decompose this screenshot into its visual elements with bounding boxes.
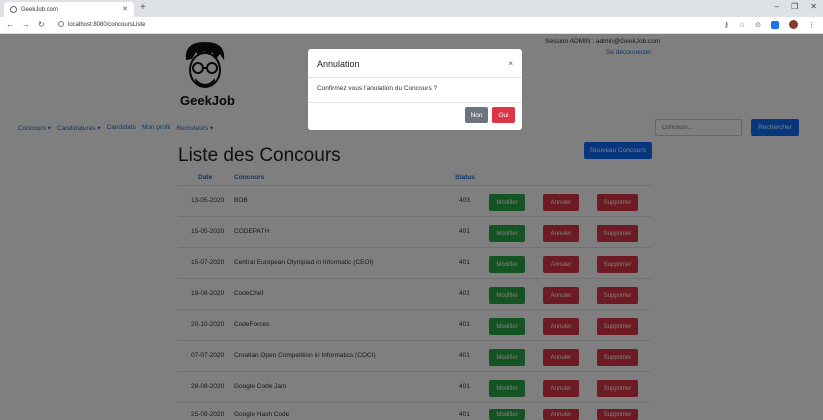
browser-tab-strip: GeekJob.com ✕ + – ❐ ✕ <box>0 0 823 17</box>
window-controls: – ❐ ✕ <box>775 2 817 11</box>
window-close-icon[interactable]: ✕ <box>810 2 817 11</box>
nav-buttons: ← → ↻ <box>6 20 45 29</box>
modal-divider <box>308 102 522 103</box>
star-icon[interactable]: ☆ <box>739 21 745 29</box>
minimize-icon[interactable]: – <box>775 2 779 11</box>
annulation-modal: Annulation × Confirmez vous l'anulation … <box>308 49 522 130</box>
browser-tab[interactable]: GeekJob.com ✕ <box>4 2 134 17</box>
address-bar: ← → ↻ localhost:8080/concoursListe ⚷ ☆ ⊙… <box>0 17 823 34</box>
key-icon[interactable]: ⚷ <box>724 21 729 29</box>
tab-title: GeekJob.com <box>21 6 59 13</box>
extension-blue-icon[interactable] <box>771 20 779 29</box>
forward-icon[interactable]: → <box>22 20 30 29</box>
modal-close-icon[interactable]: × <box>508 59 513 68</box>
page-content: GeekJob Session ADMIN : admin@GeekJob.co… <box>0 34 823 420</box>
extension-icon[interactable]: ⊙ <box>755 21 761 29</box>
url-field[interactable]: localhost:8080/concoursListe <box>58 21 145 28</box>
no-button[interactable]: Non <box>465 107 488 123</box>
maximize-icon[interactable]: ❐ <box>791 2 798 11</box>
url-text: localhost:8080/concoursListe <box>68 22 146 28</box>
modal-title: Annulation <box>317 59 360 69</box>
modal-message: Confirmez vous l'anulation du Concours ? <box>317 85 438 92</box>
modal-divider <box>308 77 522 78</box>
toolbar-extensions: ⚷ ☆ ⊙ ⋮ <box>724 20 815 29</box>
new-tab-icon[interactable]: + <box>140 2 146 13</box>
menu-dots-icon[interactable]: ⋮ <box>808 21 815 29</box>
tab-close-icon[interactable]: ✕ <box>122 5 128 13</box>
profile-avatar[interactable] <box>789 20 798 29</box>
favicon-icon <box>10 6 17 13</box>
back-icon[interactable]: ← <box>6 20 14 29</box>
yes-button[interactable]: Oui <box>492 107 515 123</box>
site-info-icon[interactable] <box>58 21 64 27</box>
reload-icon[interactable]: ↻ <box>38 20 45 29</box>
